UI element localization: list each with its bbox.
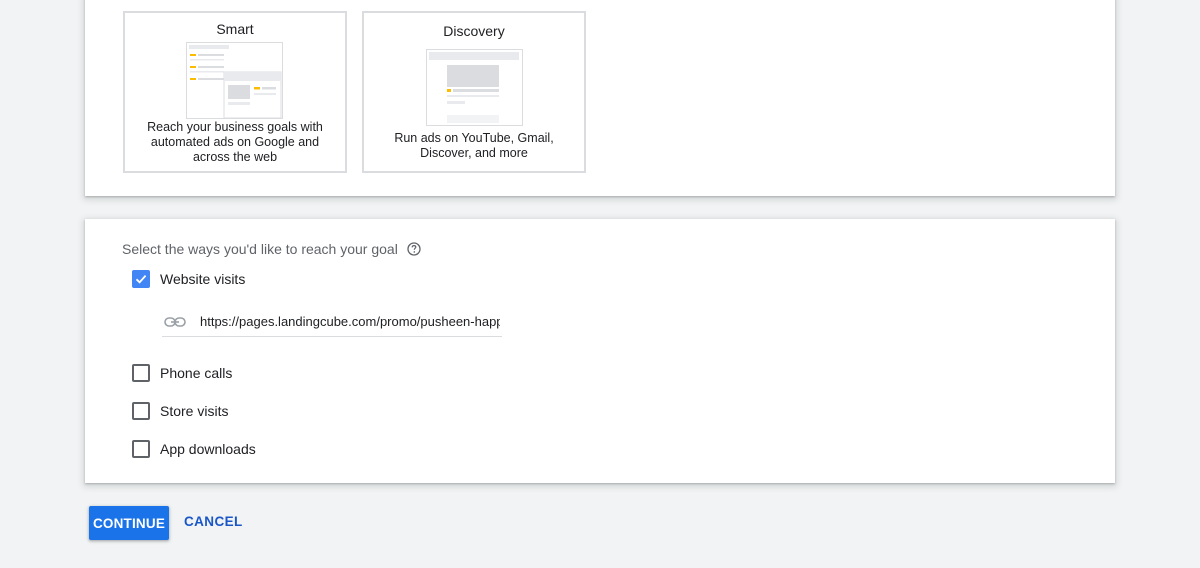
website-visits-checkbox[interactable] (132, 270, 150, 288)
app-downloads-checkbox[interactable] (132, 440, 150, 458)
discovery-campaign-illustration (426, 49, 523, 126)
smart-campaign-illustration (186, 42, 283, 119)
option-label: Phone calls (160, 365, 233, 381)
option-website-visits[interactable]: Website visits (132, 270, 245, 288)
link-icon (164, 316, 186, 327)
goal-selection-panel: Select the ways you'd like to reach your… (85, 219, 1115, 483)
option-store-visits[interactable]: Store visits (132, 402, 228, 420)
card-title: Discovery (443, 23, 505, 39)
option-label: Website visits (160, 271, 246, 287)
goal-prompt: Select the ways you'd like to reach your… (122, 241, 421, 257)
help-circle-icon[interactable] (407, 242, 421, 256)
check-icon (135, 274, 147, 284)
option-phone-calls[interactable]: Phone calls (132, 364, 232, 382)
phone-calls-checkbox[interactable] (132, 364, 150, 382)
option-app-downloads[interactable]: App downloads (132, 440, 256, 458)
campaign-type-card-discovery[interactable]: Discovery Run ads on YouTube, Gmail, Dis… (362, 11, 586, 173)
card-title: Smart (216, 21, 254, 37)
option-label: Store visits (160, 403, 229, 419)
campaign-type-panel: Smart Reach your business goals with aut… (85, 0, 1115, 196)
cancel-button[interactable]: CANCEL (184, 514, 243, 529)
continue-button[interactable]: CONTINUE (89, 506, 169, 540)
card-description: Reach your business goals with automated… (147, 120, 323, 164)
campaign-type-card-smart[interactable]: Smart Reach your business goals with aut… (123, 11, 347, 173)
website-url-field[interactable] (162, 307, 502, 337)
card-description: Run ads on YouTube, Gmail, Discover, and… (394, 131, 554, 160)
option-label: App downloads (160, 441, 256, 457)
goal-prompt-text: Select the ways you'd like to reach your… (122, 241, 398, 257)
website-url-input[interactable] (200, 314, 500, 329)
store-visits-checkbox[interactable] (132, 402, 150, 420)
